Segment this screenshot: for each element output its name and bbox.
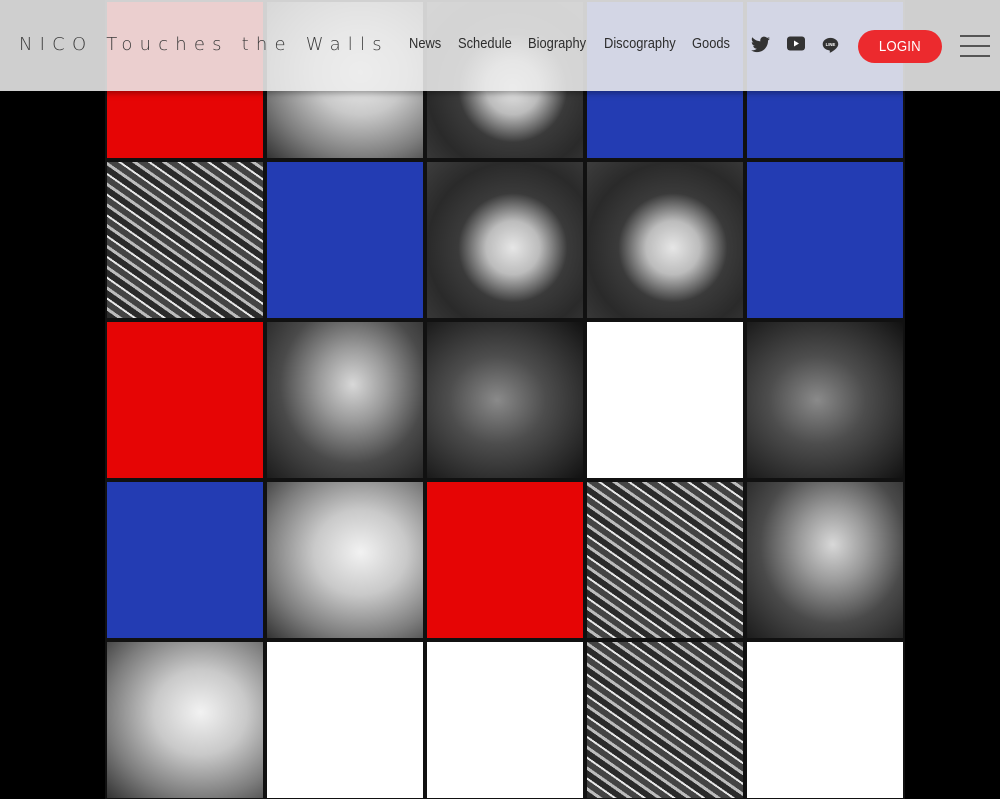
tile-blue: [745, 160, 905, 320]
tile-blue: [265, 160, 425, 320]
hamburger-menu-icon[interactable]: [960, 35, 990, 57]
nav-item-schedule[interactable]: Schedule: [458, 35, 512, 52]
tile-red: [425, 480, 585, 640]
twitter-icon[interactable]: [751, 36, 770, 53]
tile-white: [265, 640, 425, 799]
tile-photo-pattern: [585, 480, 745, 640]
hero-mosaic: [105, 0, 905, 799]
login-button-label: LOGIN: [879, 38, 921, 55]
login-button[interactable]: LOGIN: [858, 30, 942, 63]
tile-blue: [105, 480, 265, 640]
tile-photo-member-sweater: [425, 320, 585, 480]
line-icon[interactable]: LINE: [822, 37, 839, 54]
tile-white: [585, 320, 745, 480]
site-header: NICO Touches the Walls News Schedule Bio…: [0, 0, 1000, 91]
nav-item-goods[interactable]: Goods: [692, 35, 730, 52]
youtube-icon[interactable]: [787, 36, 805, 51]
tile-photo-member-bangs: [745, 320, 905, 480]
tile-photo-jacket: [585, 640, 745, 799]
svg-text:LINE: LINE: [826, 42, 836, 47]
tile-white: [425, 640, 585, 799]
tile-photo-arm: [105, 640, 265, 799]
nav-item-news[interactable]: News: [409, 35, 441, 52]
tile-red: [105, 320, 265, 480]
site-logo[interactable]: NICO Touches the Walls: [19, 34, 389, 55]
tile-photo-member-hat-face: [425, 160, 585, 320]
tile-white: [745, 640, 905, 799]
tile-photo-shirt: [105, 160, 265, 320]
menu-line: [960, 45, 990, 47]
menu-line: [960, 55, 990, 57]
tile-photo-member-hat-face: [585, 160, 745, 320]
tile-photo-member-face: [745, 480, 905, 640]
tile-photo-member-chin: [265, 480, 425, 640]
menu-line: [960, 35, 990, 37]
tile-photo-member-longhair: [265, 320, 425, 480]
nav-item-discography[interactable]: Discography: [604, 35, 676, 52]
nav-item-biography[interactable]: Biography: [528, 35, 586, 52]
